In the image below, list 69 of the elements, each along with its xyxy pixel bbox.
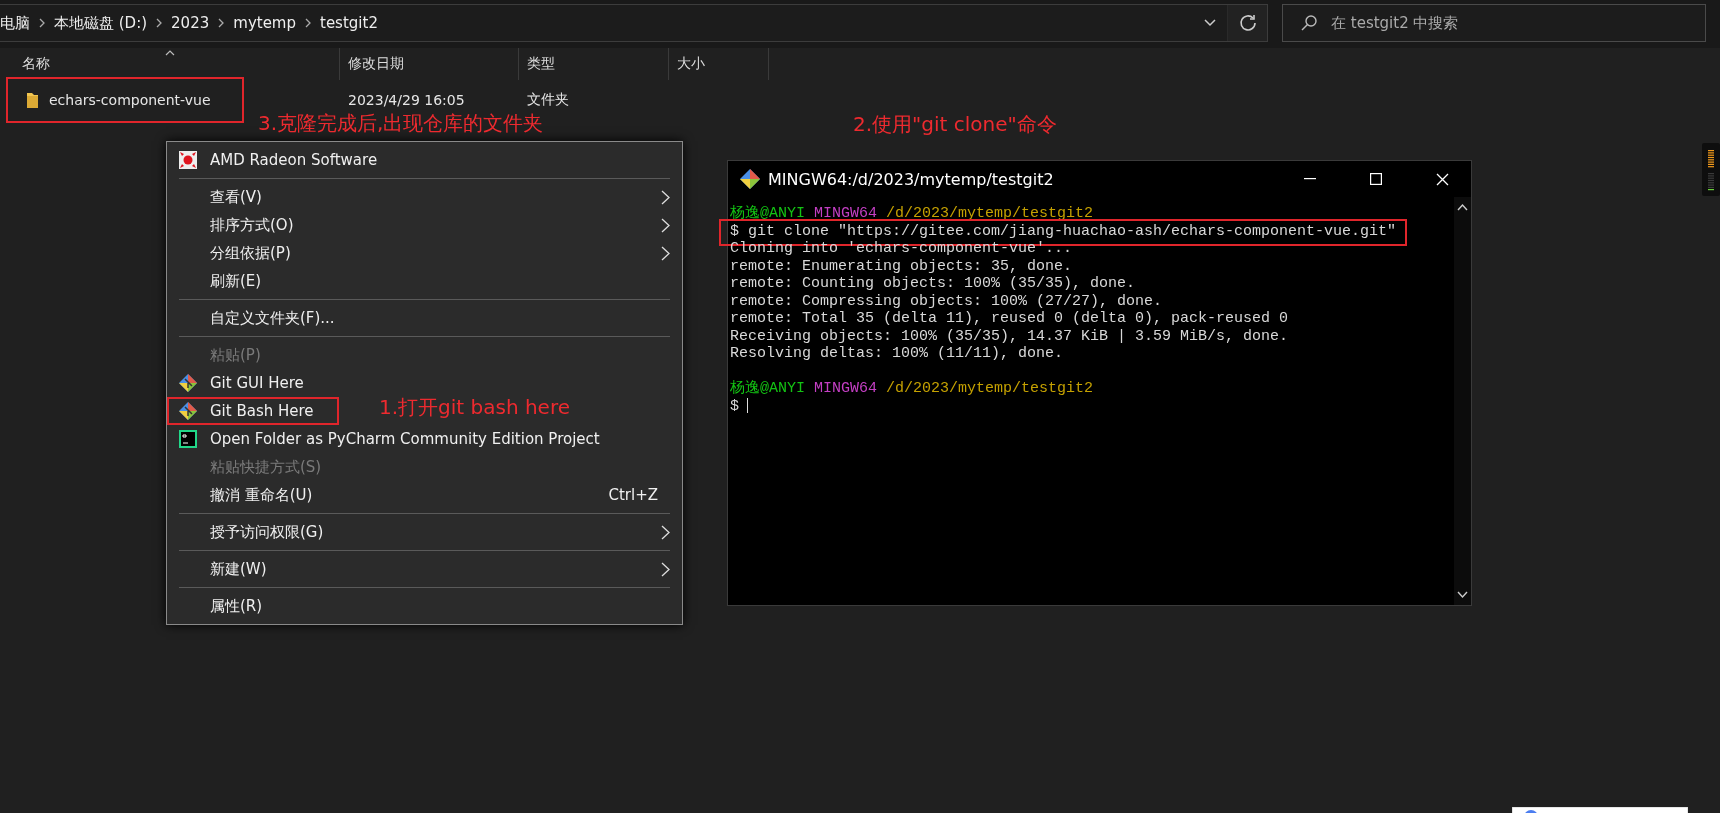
- refresh-button[interactable]: [1227, 5, 1267, 41]
- column-header[interactable]: 类型: [519, 48, 669, 80]
- menu-item[interactable]: Git GUI Here: [167, 369, 682, 397]
- chevron-right-icon: [661, 190, 670, 205]
- breadcrumb[interactable]: mytemp: [233, 14, 296, 32]
- menu-item[interactable]: 刷新(E): [167, 267, 682, 295]
- breadcrumb[interactable]: 本地磁盘 (D:): [54, 13, 148, 33]
- terminal-prompt: $: [730, 397, 739, 415]
- file-type: 文件夹: [526, 91, 569, 109]
- menu-item[interactable]: AMD Radeon Software: [167, 146, 682, 174]
- menu-item[interactable]: 属性(R): [167, 592, 682, 620]
- git-diamond-icon: [179, 374, 197, 392]
- minimize-icon: [1304, 178, 1316, 180]
- prompt-path: /d/2023/mytemp/testgit2: [886, 205, 1094, 222]
- chevron-right-icon: [661, 218, 670, 233]
- file-name: echars-component-vue: [49, 92, 211, 108]
- annotation-text: 1.打开git bash here: [379, 394, 570, 421]
- chevron-right-icon: [304, 18, 312, 28]
- chevron-right-icon: [217, 18, 226, 28]
- file-date: 2023/4/29 16:05: [347, 92, 466, 108]
- scrollbar[interactable]: [1454, 197, 1471, 605]
- terminal-line: remote: Enumerating objects: 35, done.: [730, 257, 1074, 275]
- chevron-right-icon: [661, 246, 670, 261]
- prompt-system: MINGW64: [814, 380, 878, 397]
- breadcrumb[interactable]: testgit2: [320, 14, 378, 32]
- git-diamond-icon: [740, 169, 760, 189]
- search-field[interactable]: 在 testgit2 中搜索: [1282, 4, 1706, 42]
- menu-item[interactable]: 授予访问权限(G): [167, 518, 682, 546]
- prompt-user: 杨逸@ANYI: [730, 205, 805, 222]
- radeon-logo-icon: [179, 151, 197, 169]
- menu-item[interactable]: 新建(W): [167, 555, 682, 583]
- column-header[interactable]: 大小: [669, 48, 769, 80]
- terminal-line: Resolving deltas: 100% (11/11), done.: [730, 345, 1065, 363]
- pycharm-logo-icon: [179, 430, 197, 448]
- menu-item[interactable]: 分组依据(P): [167, 239, 682, 267]
- scroll-down-icon[interactable]: [1457, 591, 1468, 599]
- menu-item[interactable]: Open Folder as PyCharm Community Edition Project: [167, 425, 682, 453]
- column-header[interactable]: 修改日期: [340, 48, 519, 80]
- chevron-right-icon: [661, 525, 670, 540]
- volume-meter-drawing: [1702, 143, 1720, 196]
- terminal-line: remote: Counting objects: 100% (35/35), done.: [730, 275, 1137, 293]
- annotation-text: 3.克隆完成后,出现仓库的文件夹: [258, 110, 544, 137]
- breadcrumb[interactable]: 电脑: [0, 13, 30, 33]
- chevron-down-icon: [1204, 19, 1216, 27]
- terminal-line: remote: Compressing objects: 100% (27/27), done.: [730, 292, 1164, 310]
- prompt-path: /d/2023/mytemp/testgit2: [886, 380, 1094, 397]
- annotation-text: 2.使用"git clone"命令: [853, 111, 1057, 138]
- maximize-icon: [1370, 173, 1382, 185]
- breadcrumb[interactable]: 2023: [171, 14, 210, 32]
- folder-icon: [26, 91, 39, 109]
- chevron-right-icon: [155, 18, 164, 28]
- terminal-line: Receiving objects: 100% (35/35), 14.37 KiB | 3.59 MiB/s, done.: [730, 327, 1290, 345]
- menu-item[interactable]: 排序方式(O): [167, 211, 682, 239]
- refresh-icon: [1238, 14, 1257, 32]
- menu-item[interactable]: 查看(V): [167, 183, 682, 211]
- prompt-system: MINGW64: [814, 205, 878, 222]
- scroll-up-icon[interactable]: [1457, 203, 1468, 211]
- chevron-right-icon: [38, 18, 46, 28]
- text-cursor: [747, 398, 748, 414]
- close-icon: [1435, 172, 1449, 186]
- git-diamond-icon: [179, 402, 197, 420]
- prompt-user: 杨逸@ANYI: [730, 380, 805, 397]
- menu-item[interactable]: 撤消 重命名(U) Ctrl+Z: [167, 481, 682, 509]
- column-header[interactable]: 名称: [0, 48, 340, 80]
- chevron-right-icon: [661, 562, 670, 577]
- address-bar[interactable]: 电脑 本地磁盘 (D:) 2023 mytemp testgit2: [0, 4, 1268, 42]
- menu-item[interactable]: 自定义文件夹(F)...: [167, 304, 682, 332]
- window-title: MINGW64:/d/2023/mytemp/testgit2: [768, 169, 1055, 189]
- terminal-line: remote: Total 35 (delta 11), reused 0 (delta 0), pack-reused 0: [730, 310, 1290, 328]
